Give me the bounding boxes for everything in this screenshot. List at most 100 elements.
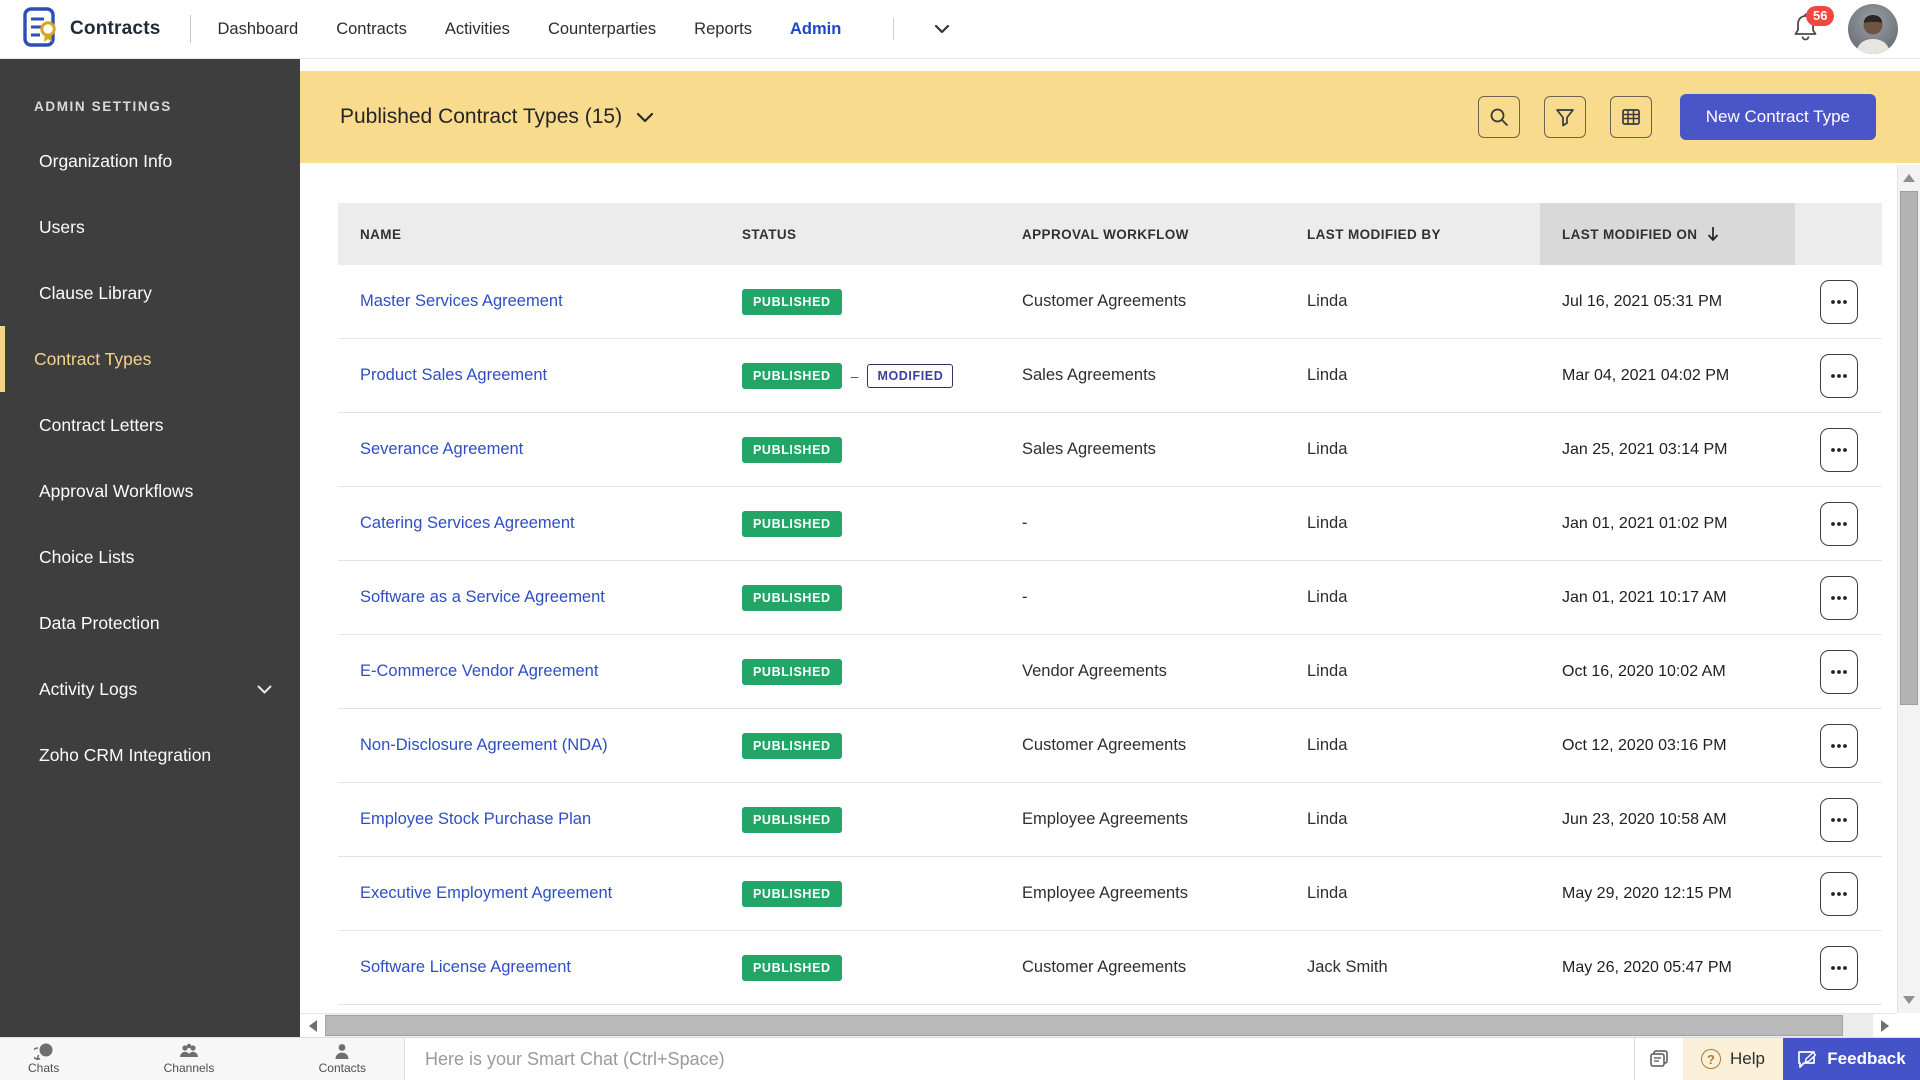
nav-item-reports[interactable]: Reports [694, 20, 752, 39]
status-badge-published: PUBLISHED [742, 437, 842, 463]
channels-button[interactable]: Channels [164, 1043, 215, 1075]
modified-by-cell: Linda [1307, 810, 1347, 829]
search-button[interactable] [1478, 96, 1520, 138]
column-header-status[interactable]: STATUS [720, 203, 1000, 265]
sidebar-item-contract-letters[interactable]: Contract Letters [0, 392, 300, 458]
ellipsis-icon [1830, 817, 1848, 823]
workflow-cell: Customer Agreements [1022, 736, 1186, 755]
horizontal-scroll-track[interactable] [325, 1014, 1873, 1038]
view-selector[interactable]: Published Contract Types (15) [340, 105, 654, 129]
feedback-button[interactable]: Feedback [1783, 1038, 1920, 1080]
ellipsis-icon [1830, 521, 1848, 527]
chats-icon [34, 1043, 54, 1060]
scroll-left-arrow[interactable] [301, 1014, 325, 1038]
top-navbar: Contracts Dashboard Contracts Activities… [0, 0, 1920, 59]
contract-name-link[interactable]: Software as a Service Agreement [360, 588, 605, 607]
sidebar-item-choice-lists[interactable]: Choice Lists [0, 524, 300, 590]
page-title: Published Contract Types (15) [340, 105, 622, 129]
workflow-cell: Vendor Agreements [1022, 662, 1167, 681]
filter-button[interactable] [1544, 96, 1586, 138]
row-actions-button[interactable] [1820, 872, 1858, 916]
row-actions-button[interactable] [1820, 650, 1858, 694]
chats-button[interactable]: Chats [28, 1043, 59, 1075]
horizontal-scroll-thumb[interactable] [325, 1015, 1843, 1036]
modified-by-cell: Linda [1307, 662, 1347, 681]
status-badge-published: PUBLISHED [742, 733, 842, 759]
vertical-scroll-thumb[interactable] [1900, 191, 1918, 705]
column-header-last-modified-by[interactable]: LAST MODIFIED BY [1285, 203, 1540, 265]
sidebar-item-users[interactable]: Users [0, 194, 300, 260]
modified-on-cell: Jan 25, 2021 03:14 PM [1562, 441, 1727, 459]
scroll-up-arrow[interactable] [1898, 167, 1920, 189]
column-header-last-modified-on[interactable]: LAST MODIFIED ON [1540, 203, 1795, 265]
contract-name-link[interactable]: Catering Services Agreement [360, 514, 575, 533]
row-actions-button[interactable] [1820, 502, 1858, 546]
ellipsis-icon [1830, 669, 1848, 675]
sidebar-item-activity-logs[interactable]: Activity Logs [0, 656, 300, 722]
chat-windows-icon [1649, 1049, 1669, 1069]
workflow-cell: Employee Agreements [1022, 884, 1188, 903]
sidebar-item-clause-library[interactable]: Clause Library [0, 260, 300, 326]
sidebar-item-data-protection[interactable]: Data Protection [0, 590, 300, 656]
notifications-bell[interactable]: 56 [1792, 12, 1822, 46]
nav-item-counterparties[interactable]: Counterparties [548, 20, 656, 39]
row-actions-button[interactable] [1820, 576, 1858, 620]
contract-name-link[interactable]: Non-Disclosure Agreement (NDA) [360, 736, 608, 755]
status-badge-published: PUBLISHED [742, 881, 842, 907]
row-actions-button[interactable] [1820, 798, 1858, 842]
smart-chat-input[interactable]: Here is your Smart Chat (Ctrl+Space) [405, 1038, 1634, 1080]
table-row: Catering Services AgreementPUBLISHED-Lin… [338, 487, 1882, 561]
ellipsis-icon [1830, 965, 1848, 971]
contract-name-link[interactable]: Executive Employment Agreement [360, 884, 612, 903]
sidebar-item-zoho-crm-integration[interactable]: Zoho CRM Integration [0, 722, 300, 788]
contract-types-table: NAMESTATUSAPPROVAL WORKFLOWLAST MODIFIED… [338, 203, 1882, 1005]
status-badge-published: PUBLISHED [742, 659, 842, 685]
modified-on-cell: Mar 04, 2021 04:02 PM [1562, 367, 1729, 385]
nav-item-dashboard[interactable]: Dashboard [217, 20, 298, 39]
workflow-cell: Customer Agreements [1022, 292, 1186, 311]
row-actions-button[interactable] [1820, 280, 1858, 324]
modified-on-cell: Oct 16, 2020 10:02 AM [1562, 663, 1726, 681]
row-actions-button[interactable] [1820, 354, 1858, 398]
brand-logo[interactable]: Contracts [22, 6, 160, 53]
row-actions-button[interactable] [1820, 946, 1858, 990]
table-icon [1620, 106, 1642, 128]
ellipsis-icon [1830, 373, 1848, 379]
table-row: Software License AgreementPUBLISHEDCusto… [338, 931, 1882, 1005]
column-header-name[interactable]: NAME [338, 203, 720, 265]
admin-sidebar: ADMIN SETTINGS Organization InfoUsersCla… [0, 59, 300, 1037]
workflow-cell: Sales Agreements [1022, 366, 1156, 385]
chat-windows-button[interactable] [1635, 1038, 1683, 1080]
column-header-approval-workflow[interactable]: APPROVAL WORKFLOW [1000, 203, 1285, 265]
nav-more-chevron-icon[interactable] [934, 24, 950, 34]
contract-name-link[interactable]: Severance Agreement [360, 440, 523, 459]
scroll-right-arrow[interactable] [1873, 1014, 1897, 1038]
table-view-button[interactable] [1610, 96, 1652, 138]
workflow-cell: Employee Agreements [1022, 810, 1188, 829]
horizontal-scrollbar[interactable] [301, 1013, 1897, 1037]
help-question-icon: ? [1701, 1049, 1721, 1069]
contract-name-link[interactable]: E-Commerce Vendor Agreement [360, 662, 598, 681]
contract-name-link[interactable]: Product Sales Agreement [360, 366, 547, 385]
nav-item-admin[interactable]: Admin [790, 20, 841, 39]
row-actions-button[interactable] [1820, 724, 1858, 768]
contacts-button[interactable]: Contacts [319, 1043, 366, 1075]
contract-name-link[interactable]: Master Services Agreement [360, 292, 563, 311]
help-button[interactable]: ? Help [1683, 1038, 1783, 1080]
user-avatar[interactable] [1848, 4, 1898, 54]
sidebar-item-approval-workflows[interactable]: Approval Workflows [0, 458, 300, 524]
new-contract-type-button[interactable]: New Contract Type [1680, 94, 1876, 140]
row-actions-button[interactable] [1820, 428, 1858, 472]
modified-by-cell: Linda [1307, 884, 1347, 903]
scroll-down-arrow[interactable] [1898, 989, 1920, 1011]
status-badge-published: PUBLISHED [742, 585, 842, 611]
sidebar-item-contract-types[interactable]: Contract Types [0, 326, 300, 392]
nav-item-activities[interactable]: Activities [445, 20, 510, 39]
vertical-scrollbar[interactable] [1897, 165, 1920, 1013]
table-row: Executive Employment Agreement PUBLISHED E… [338, 857, 1882, 931]
ellipsis-icon [1830, 743, 1848, 749]
nav-item-contracts[interactable]: Contracts [336, 20, 407, 39]
sidebar-item-organization-info[interactable]: Organization Info [0, 128, 300, 194]
contract-name-link[interactable]: Employee Stock Purchase Plan [360, 810, 591, 829]
contract-name-link[interactable]: Software License Agreement [360, 958, 571, 977]
